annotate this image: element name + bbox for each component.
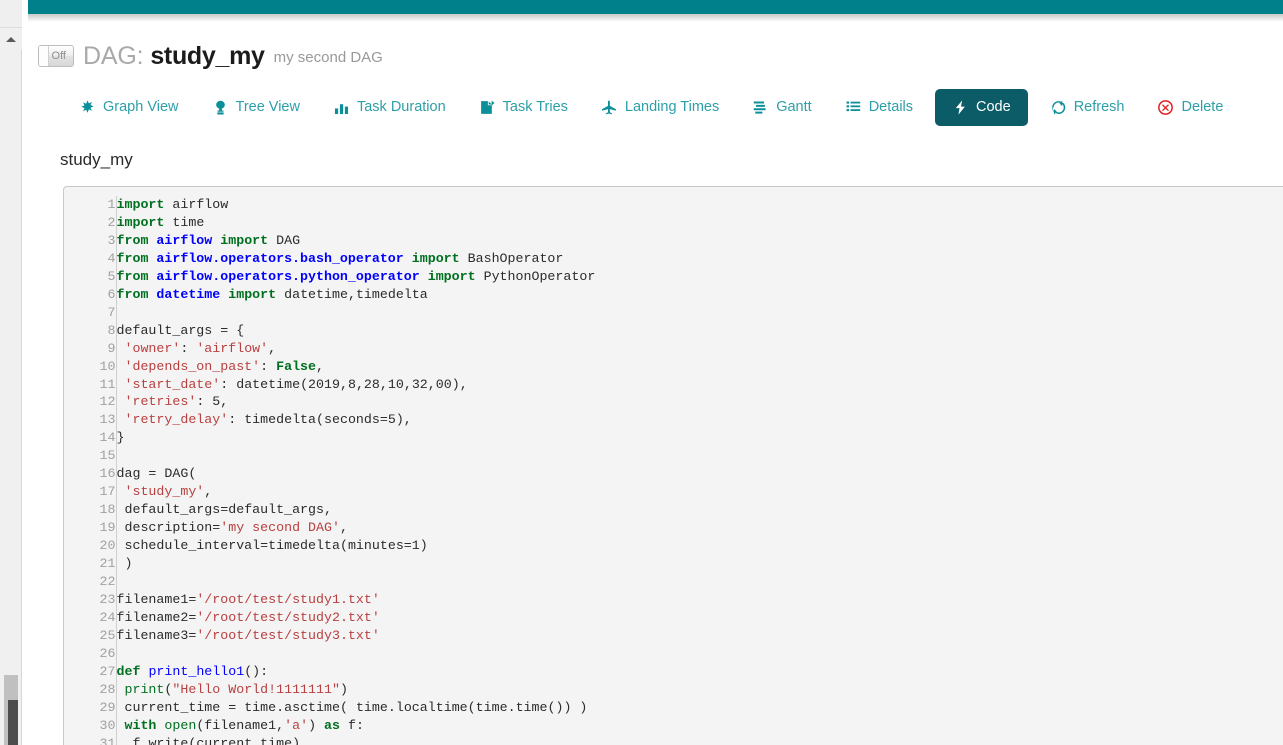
page-title: study_my bbox=[150, 41, 265, 70]
dag-prefix-label: DAG: bbox=[83, 41, 144, 70]
dag-nav-tabs: Graph View Tree View Task Duration Task Tri… bbox=[23, 84, 1283, 130]
tab-label: Graph View bbox=[103, 99, 179, 115]
refresh-icon bbox=[1050, 99, 1067, 116]
airflow-dag-code-page: Off DAG: study_my my second DAG Graph Vi… bbox=[0, 0, 1283, 745]
page-scrollbar[interactable] bbox=[0, 0, 22, 745]
tree-icon bbox=[212, 99, 229, 116]
page-header: Off DAG: study_my my second DAG Graph Vi… bbox=[23, 22, 1283, 130]
tab-gantt[interactable]: Gantt bbox=[741, 90, 822, 125]
file-upload-icon bbox=[479, 99, 496, 116]
top-accent-bar bbox=[28, 0, 1283, 14]
code-panel: 1 2 3 4 5 6 7 8 9 10 11 12 13 14 15 16 1… bbox=[63, 186, 1283, 745]
top-bar-shadow bbox=[28, 14, 1283, 22]
tab-label: Refresh bbox=[1073, 99, 1125, 115]
gantt-icon bbox=[752, 99, 769, 116]
tab-label: Tree View bbox=[235, 99, 300, 115]
dag-title-row: Off DAG: study_my my second DAG bbox=[23, 22, 1283, 70]
code-scroll-area[interactable]: 1 2 3 4 5 6 7 8 9 10 11 12 13 14 15 16 1… bbox=[64, 187, 1283, 745]
tab-task-tries[interactable]: Task Tries bbox=[468, 90, 579, 125]
bar-chart-icon bbox=[333, 99, 350, 116]
tab-label: Task Duration bbox=[356, 99, 446, 115]
tab-task-duration[interactable]: Task Duration bbox=[322, 90, 457, 125]
asterisk-icon bbox=[79, 99, 96, 116]
tab-graph-view[interactable]: Graph View bbox=[68, 90, 190, 125]
tab-label: Gantt bbox=[776, 99, 812, 115]
tab-delete[interactable]: Delete bbox=[1146, 90, 1234, 125]
tab-label: Delete bbox=[1181, 99, 1224, 115]
plane-icon bbox=[601, 99, 618, 116]
tab-details[interactable]: Details bbox=[834, 90, 924, 125]
tab-label: Landing Times bbox=[624, 99, 720, 115]
code-table: 1 2 3 4 5 6 7 8 9 10 11 12 13 14 15 16 1… bbox=[64, 196, 1283, 745]
tab-code[interactable]: Code bbox=[935, 88, 1028, 126]
scrollbar-track[interactable] bbox=[3, 50, 19, 745]
scrollbar-corner bbox=[0, 0, 22, 28]
tab-label: Code bbox=[976, 99, 1011, 115]
tab-label: Details bbox=[868, 99, 914, 115]
dag-pause-toggle[interactable]: Off bbox=[38, 45, 74, 67]
bolt-icon bbox=[952, 99, 969, 116]
line-number-gutter: 1 2 3 4 5 6 7 8 9 10 11 12 13 14 15 16 1… bbox=[64, 196, 117, 745]
code-content[interactable]: import airflow import time from airflow … bbox=[115, 196, 1283, 745]
tab-landing-times[interactable]: Landing Times bbox=[590, 90, 730, 125]
dag-description: my second DAG bbox=[273, 48, 383, 66]
tab-label: Task Tries bbox=[502, 99, 568, 115]
toggle-label: Off bbox=[51, 50, 66, 62]
tab-tree-view[interactable]: Tree View bbox=[201, 90, 311, 125]
scrollbar-up-arrow-icon[interactable] bbox=[0, 28, 22, 50]
toggle-knob bbox=[39, 46, 49, 66]
delete-circle-icon bbox=[1157, 99, 1174, 116]
tab-refresh[interactable]: Refresh bbox=[1039, 90, 1136, 125]
code-section-title: study_my bbox=[60, 150, 133, 169]
page-viewport: Off DAG: study_my my second DAG Graph Vi… bbox=[23, 0, 1283, 745]
scrollbar-thumb-active[interactable] bbox=[8, 700, 18, 745]
list-icon bbox=[845, 99, 862, 116]
